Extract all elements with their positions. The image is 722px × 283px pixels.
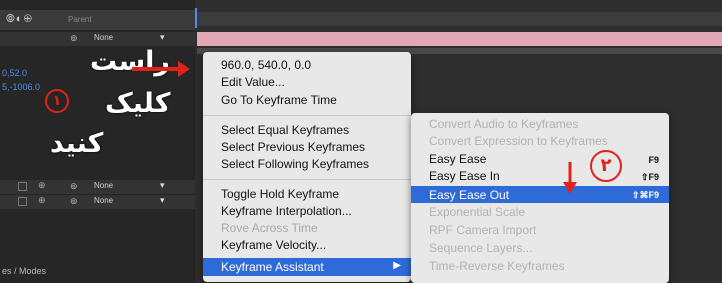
layer-row[interactable]: ⊕ ⊚ None ▾ [0, 180, 195, 194]
menu-separator [203, 179, 411, 180]
context-menu: 960.0, 540.0, 0.0 Edit Value... Go To Ke… [203, 52, 411, 282]
arrow-down-icon [563, 162, 577, 194]
annotation-text-2: کلیک [105, 88, 171, 119]
menu-separator [203, 115, 411, 116]
keyframe-assistant-submenu: Convert Audio to Keyframes Convert Expre… [411, 113, 669, 283]
layer-row[interactable]: ⊚ None ▾ [0, 32, 195, 46]
submenu-item-easy-ease-out-label: Easy Ease Out [429, 188, 510, 202]
time-ruler[interactable] [195, 12, 722, 26]
switches-icons[interactable]: ⦾◐⊕ [6, 13, 33, 26]
parent-select[interactable]: None [94, 33, 113, 42]
menu-item-select-following[interactable]: Select Following Keyframes [221, 157, 369, 171]
menu-item-rove-across-time: Rove Across Time [221, 221, 318, 235]
submenu-arrow-icon: ▶ [393, 260, 401, 271]
menu-item-edit-value[interactable]: Edit Value... [221, 75, 285, 89]
step-2-badge: ۲ [590, 150, 622, 182]
menu-item-keyframe-assistant-label: Keyframe Assistant [221, 260, 324, 274]
menu-item-value[interactable]: 960.0, 540.0, 0.0 [221, 58, 311, 72]
submenu-item-convert-expression: Convert Expression to Keyframes [429, 134, 608, 148]
position-value[interactable]: 0,52.0 [2, 66, 40, 80]
layer-row[interactable]: ⊕ ⊚ None ▾ [0, 195, 195, 209]
menu-item-select-equal[interactable]: Select Equal Keyframes [221, 123, 349, 137]
submenu-item-easy-ease[interactable]: Easy Ease [429, 152, 486, 166]
parent-select[interactable]: None [94, 196, 113, 205]
shortcut-easy-ease-out: ⇧⌘F9 [631, 190, 659, 200]
solo-icon[interactable]: ⊕ [38, 195, 46, 206]
menu-item-keyframe-velocity[interactable]: Keyframe Velocity... [221, 238, 326, 252]
step-1-badge: ۱ [45, 89, 69, 113]
layer-bar[interactable] [197, 32, 722, 46]
chevron-down-icon[interactable]: ▾ [160, 180, 165, 191]
submenu-item-exponential-scale: Exponential Scale [429, 205, 526, 219]
submenu-item-sequence-layers: Sequence Layers... [429, 241, 533, 255]
parent-column-header: Parent [68, 15, 92, 24]
submenu-item-easy-ease-in[interactable]: Easy Ease In [429, 169, 500, 183]
annotation-text-3: کنید [50, 128, 104, 159]
toggle-switches-modes[interactable]: es / Modes [2, 266, 46, 276]
switch-box[interactable] [18, 182, 27, 191]
menu-item-interpolation[interactable]: Keyframe Interpolation... [221, 204, 352, 218]
solo-icon[interactable]: ⊕ [38, 180, 46, 191]
submenu-item-rpf-camera-import: RPF Camera Import [429, 223, 537, 237]
pickwhip-icon[interactable]: ⊚ [70, 181, 78, 192]
menu-item-select-previous[interactable]: Select Previous Keyframes [221, 140, 365, 154]
submenu-item-time-reverse: Time-Reverse Keyframes [429, 259, 565, 273]
shortcut-easy-ease-in: ⇧F9 [640, 172, 659, 182]
position-value-2[interactable]: 5,-1006.0 [2, 80, 40, 94]
switch-box[interactable] [18, 197, 27, 206]
pickwhip-icon[interactable]: ⊚ [70, 33, 78, 44]
chevron-down-icon[interactable]: ▾ [160, 32, 165, 43]
pickwhip-icon[interactable]: ⊚ [70, 196, 78, 207]
arrow-right-icon [132, 61, 190, 77]
menu-item-keyframe-assistant[interactable]: Keyframe Assistant ▶ [203, 258, 411, 276]
submenu-item-convert-audio: Convert Audio to Keyframes [429, 117, 579, 131]
chevron-down-icon[interactable]: ▾ [160, 195, 165, 206]
current-time-indicator[interactable] [195, 8, 197, 28]
submenu-item-easy-ease-out[interactable]: Easy Ease Out ⇧⌘F9 [411, 186, 669, 203]
menu-item-go-to-keyframe-time[interactable]: Go To Keyframe Time [221, 93, 337, 107]
menu-item-toggle-hold[interactable]: Toggle Hold Keyframe [221, 187, 339, 201]
property-values[interactable]: 0,52.0 5,-1006.0 [2, 66, 40, 94]
parent-select[interactable]: None [94, 181, 113, 190]
shortcut-easy-ease: F9 [648, 155, 659, 165]
